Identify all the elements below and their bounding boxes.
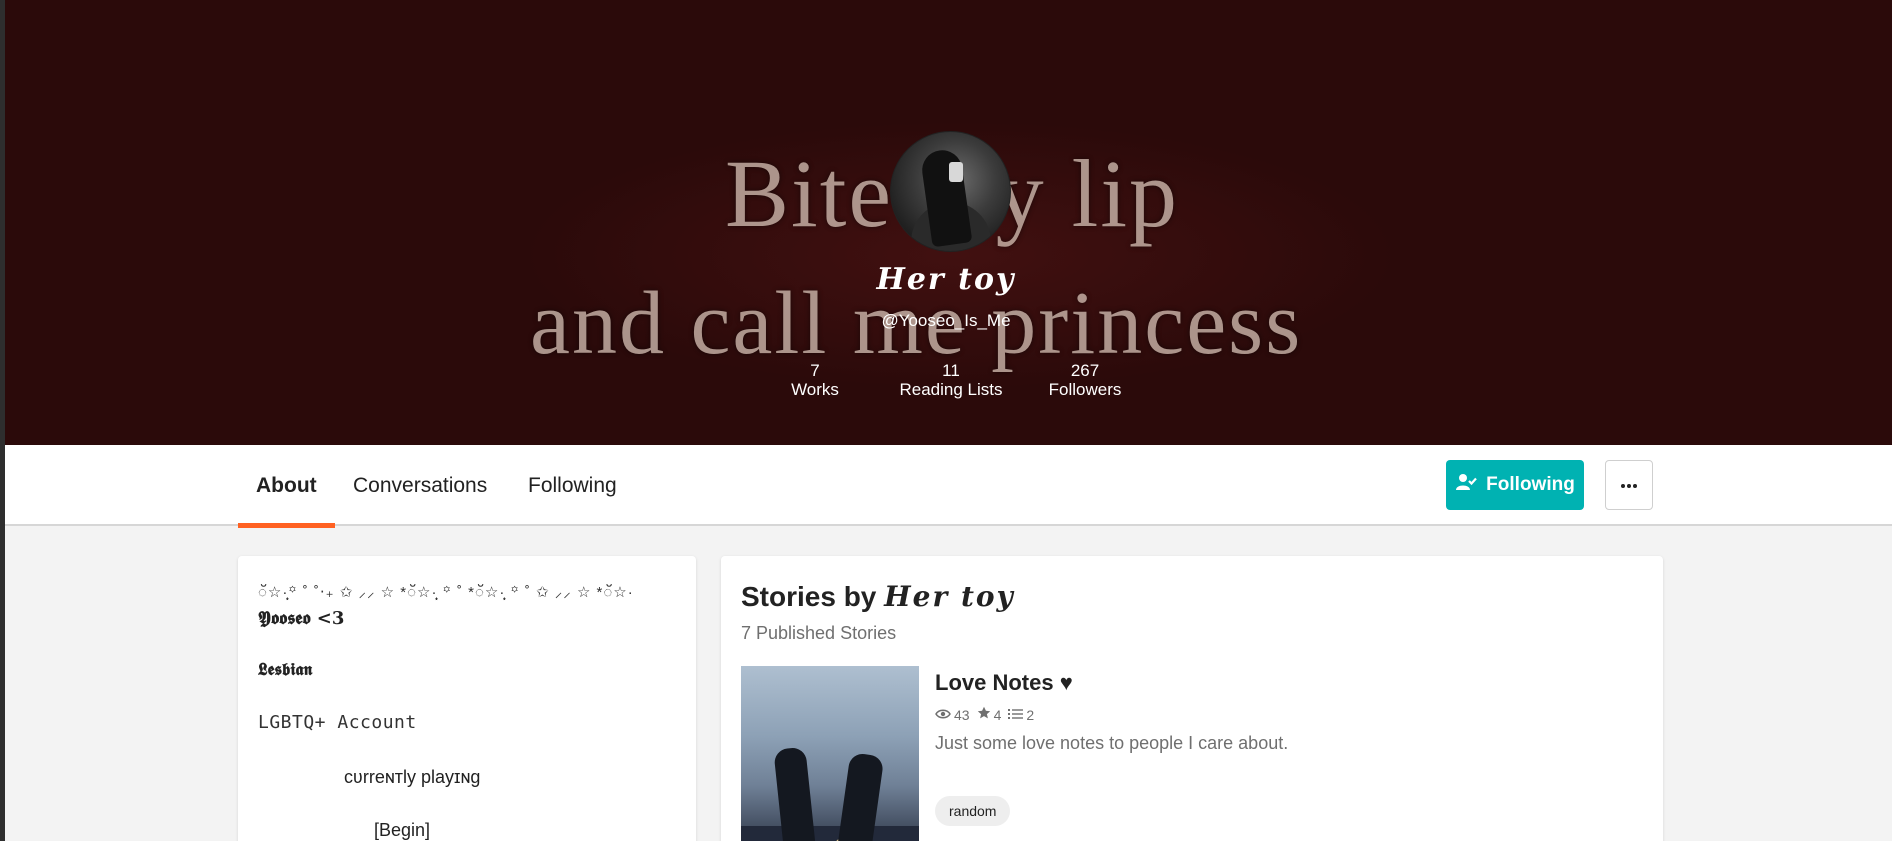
story-cover-image[interactable]	[741, 666, 919, 841]
about-card: ॅ☆·̩͙꙳ ˚ ˚‧₊ ✩ ⸝⸝ ☆ *ॅ☆·̩͙ ꙳ ˚ *ॅ☆·̩͙ ꙳ …	[238, 556, 696, 841]
stat-reading-lists-value: 11	[942, 361, 960, 380]
following-button[interactable]: Following	[1446, 460, 1584, 510]
about-decoration-line: ॅ☆·̩͙꙳ ˚ ˚‧₊ ✩ ⸝⸝ ☆ *ॅ☆·̩͙ ꙳ ˚ *ॅ☆·̩͙ ꙳ …	[258, 584, 634, 601]
stat-reading-lists-label: Reading Lists	[899, 380, 1003, 399]
star-icon	[977, 706, 991, 723]
about-identity-line: 𝕷𝖊𝖘𝖇𝖎𝖆𝖓	[258, 660, 313, 680]
about-name-line: 𝖄𝖔𝖔𝖘𝖊𝖔 <3	[258, 608, 345, 629]
about-account-line: LGBTQ+ Account	[258, 712, 417, 733]
stat-followers[interactable]: 267 Followers	[1035, 361, 1135, 399]
list-icon	[1008, 707, 1024, 723]
story-reads: 43	[935, 707, 970, 723]
story-votes: 4	[977, 706, 1002, 723]
profile-nav-bar: About Conversations Following Following	[5, 445, 1892, 528]
tab-conversations[interactable]: Conversations	[335, 445, 505, 526]
story-parts: 2	[1008, 707, 1034, 723]
stat-followers-value: 267	[1070, 361, 1100, 380]
tab-following[interactable]: Following	[510, 445, 635, 526]
story-reads-count: 43	[954, 706, 970, 723]
stat-followers-label: Followers	[1048, 380, 1122, 399]
stories-heading: Stories by 𝑯𝒆𝒓 𝒕𝒐𝒚	[741, 580, 1015, 613]
story-parts-count: 2	[1026, 706, 1035, 723]
stat-works-label: Works	[791, 380, 839, 399]
profile-stats: 7 Works 11 Reading Lists 267 Followers	[0, 361, 1892, 405]
stat-works[interactable]: 7 Works	[775, 361, 855, 399]
story-stats: 43 4 2	[935, 706, 1034, 723]
about-begin-line: [Begin]	[374, 820, 431, 840]
tab-about[interactable]: About	[238, 445, 335, 528]
stat-reading-lists[interactable]: 11 Reading Lists	[890, 361, 1012, 399]
more-options-button[interactable]	[1605, 460, 1653, 510]
window-left-edge	[0, 0, 5, 841]
following-button-label: Following	[1486, 474, 1575, 495]
about-currently-playing: cʋrreɴтly playɪɴg	[344, 767, 481, 787]
profile-display-name: 𝑯𝒆𝒓 𝒕𝒐𝒚	[876, 262, 1016, 297]
stories-card: Stories by 𝑯𝒆𝒓 𝒕𝒐𝒚 7 Published Stories L…	[721, 556, 1663, 841]
stories-heading-name: 𝑯𝒆𝒓 𝒕𝒐𝒚	[884, 580, 1015, 613]
story-description: Just some love notes to people I care ab…	[935, 733, 1289, 753]
stories-heading-prefix: Stories by	[741, 581, 877, 612]
profile-username: @Yooseo_Is_Me	[881, 311, 1011, 330]
user-check-icon	[1455, 473, 1477, 497]
story-votes-count: 4	[993, 706, 1002, 723]
stories-count: 7 Published Stories	[741, 623, 897, 643]
stat-works-value: 7	[810, 361, 820, 380]
story-title[interactable]: Love Notes ♥	[935, 670, 1073, 696]
ellipsis-icon	[1620, 476, 1638, 494]
profile-avatar[interactable]	[890, 131, 1011, 252]
eye-icon	[935, 707, 951, 723]
story-tag-random[interactable]: random	[935, 796, 1011, 826]
